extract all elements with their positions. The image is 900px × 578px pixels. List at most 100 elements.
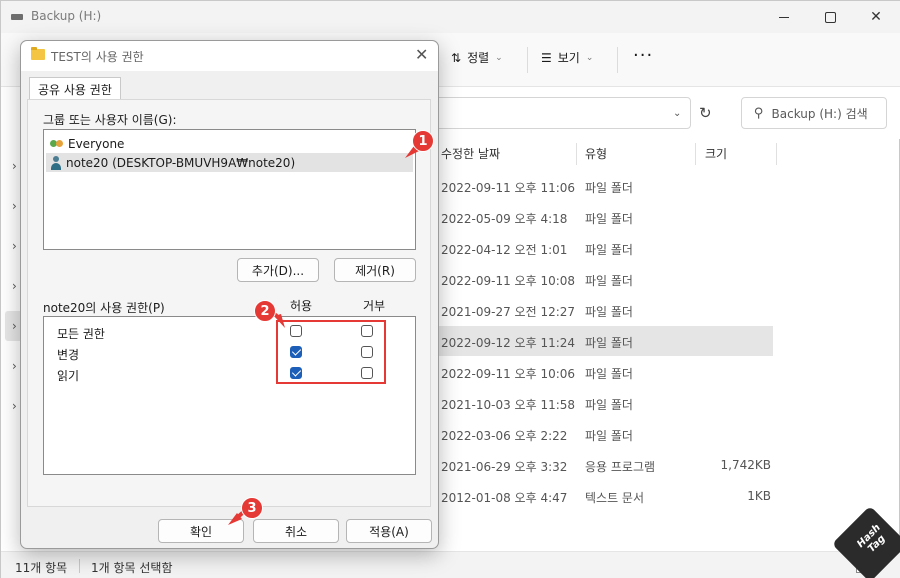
maximize-button[interactable] (807, 1, 853, 33)
file-type: 파일 폴더 (585, 181, 633, 195)
file-type: 파일 폴더 (585, 429, 633, 443)
table-row[interactable]: 2021-09-27 오전 12:27 파일 폴더 (431, 295, 900, 325)
share-permissions-dialog: TEST의 사용 권한 ✕ 공유 사용 권한 그룹 또는 사용자 이름(G): … (20, 40, 439, 549)
file-size: 1,742KB (720, 458, 771, 472)
users-icon (50, 138, 64, 150)
permission-name: 모든 권한 (57, 327, 105, 341)
file-date: 2021-10-03 오후 11:58 (441, 398, 576, 412)
item-count: 11개 항목 (15, 561, 68, 575)
status-bar: 11개 항목 1개 항목 선택함 (1, 551, 900, 578)
chevron-right-icon[interactable]: › (12, 279, 17, 293)
more-options-button[interactable]: ··· (633, 45, 653, 66)
permission-name: 읽기 (57, 369, 80, 383)
toolbar-divider (617, 47, 618, 73)
chevron-right-icon[interactable]: › (12, 239, 17, 253)
close-icon[interactable]: ✕ (415, 45, 428, 64)
drive-icon (11, 14, 23, 20)
cancel-button[interactable]: 취소 (253, 519, 339, 543)
file-type: 파일 폴더 (585, 305, 633, 319)
deny-column-header: 거부 (363, 299, 386, 313)
file-date: 2021-06-29 오후 3:32 (441, 460, 568, 474)
sort-icon: ⇅ (451, 50, 462, 65)
file-type: 파일 폴더 (585, 398, 633, 412)
chevron-down-icon: ⌄ (495, 52, 503, 63)
step-marker-1: 1 (412, 130, 434, 152)
apply-button[interactable]: 적용(A) (346, 519, 432, 543)
search-input[interactable]: ⚲ Backup (H:) 검색 (741, 97, 887, 129)
view-label: 보기 (557, 51, 580, 65)
table-row[interactable]: 2022-03-06 오후 2:22 파일 폴더 (431, 419, 900, 449)
close-window-button[interactable]: ✕ (853, 1, 899, 33)
chevron-right-icon[interactable]: › (12, 199, 17, 213)
chevron-right-icon[interactable]: › (12, 359, 17, 373)
file-type: 파일 폴더 (585, 336, 633, 350)
file-date: 2022-05-09 오후 4:18 (441, 212, 568, 226)
chevron-right-icon[interactable]: › (12, 159, 17, 173)
file-type: 파일 폴더 (585, 367, 633, 381)
column-header-size[interactable]: 크기 (705, 145, 727, 162)
list-item[interactable]: note20 (DESKTOP-BMUVH9A₩note20) (46, 153, 413, 172)
table-row[interactable]: 2022-09-11 오후 10:08 파일 폴더 (431, 264, 900, 294)
sort-button[interactable]: ⇅ 정렬 ⌄ (451, 49, 503, 66)
address-bar[interactable] (431, 97, 691, 129)
permission-name: 변경 (57, 348, 80, 362)
file-type: 텍스트 문서 (585, 491, 645, 505)
user-name: note20 (DESKTOP-BMUVH9A₩note20) (66, 155, 296, 170)
table-row[interactable]: 2012-01-08 오후 4:47 텍스트 문서 1KB (431, 481, 900, 511)
chevron-right-icon[interactable]: › (12, 319, 17, 333)
file-type: 파일 폴더 (585, 243, 633, 257)
window-titlebar: Backup (H:) ✕ (1, 1, 900, 33)
toolbar-divider (527, 47, 528, 73)
sort-label: 정렬 (467, 51, 490, 65)
allow-column-header: 허용 (290, 299, 313, 313)
file-date: 2022-09-11 오후 10:08 (441, 274, 576, 288)
view-button[interactable]: ☰ 보기 ⌄ (541, 49, 593, 66)
file-type: 파일 폴더 (585, 274, 633, 288)
permissions-label: note20의 사용 권한(P) (43, 301, 165, 315)
file-type: 파일 폴더 (585, 212, 633, 226)
table-row[interactable]: 2021-10-03 오후 11:58 파일 폴더 (431, 388, 900, 418)
table-row[interactable]: 2022-09-11 오후 11:06 파일 폴더 (431, 171, 900, 201)
file-date: 2021-09-27 오전 12:27 (441, 305, 576, 319)
table-row[interactable]: 2021-06-29 오후 3:32 응용 프로그램 1,742KB (431, 450, 900, 480)
folder-icon (31, 47, 45, 60)
user-name: Everyone (68, 136, 125, 151)
file-date: 2022-09-11 오후 11:06 (441, 181, 576, 195)
table-row[interactable]: 2022-04-12 오전 1:01 파일 폴더 (431, 233, 900, 263)
column-header-date[interactable]: 수정한 날짜 (441, 145, 500, 162)
table-row[interactable]: 2022-09-12 오후 11:24 파일 폴더 (431, 326, 773, 356)
remove-button[interactable]: 제거(R) (334, 258, 416, 282)
selected-count: 1개 항목 선택함 (91, 561, 173, 575)
user-list[interactable]: Everyone note20 (DESKTOP-BMUVH9A₩note20) (43, 129, 416, 250)
minimize-button[interactable] (761, 1, 807, 33)
add-button[interactable]: 추가(D)... (237, 258, 319, 282)
navigation-pane: › › › › › › › (1, 139, 21, 551)
window-title: Backup (H:) (31, 9, 102, 23)
group-user-label: 그룹 또는 사용자 이름(G): (43, 113, 177, 127)
chevron-down-icon: ⌄ (585, 52, 594, 63)
chevron-right-icon[interactable]: › (12, 399, 17, 413)
search-placeholder: Backup (H:) 검색 (771, 106, 868, 121)
file-date: 2022-09-12 오후 11:24 (441, 336, 576, 350)
column-divider[interactable] (576, 143, 577, 165)
table-row[interactable]: 2022-09-11 오후 10:06 파일 폴더 (431, 357, 900, 387)
file-date: 2022-03-06 오후 2:22 (441, 429, 568, 443)
step-marker-3: 3 (241, 497, 263, 519)
table-row[interactable]: 2022-05-09 오후 4:18 파일 폴더 (431, 202, 900, 232)
column-divider[interactable] (695, 143, 696, 165)
list-item[interactable]: Everyone (46, 134, 413, 153)
refresh-button[interactable]: ↻ (699, 104, 712, 122)
search-icon: ⚲ (754, 105, 764, 121)
ok-button[interactable]: 확인 (158, 519, 244, 543)
column-header-type[interactable]: 유형 (585, 145, 607, 162)
status-divider (79, 559, 80, 573)
chevron-down-icon[interactable]: ⌄ (673, 108, 681, 119)
tab-share-permissions[interactable]: 공유 사용 권한 (29, 77, 121, 99)
file-date: 2022-04-12 오전 1:01 (441, 243, 568, 257)
column-divider[interactable] (776, 143, 777, 165)
permissions-highlight-box (276, 320, 386, 384)
dialog-title: TEST의 사용 권한 (51, 50, 144, 64)
file-date: 2012-01-08 오후 4:47 (441, 491, 568, 505)
user-icon (50, 155, 62, 170)
step-marker-2: 2 (254, 300, 276, 322)
